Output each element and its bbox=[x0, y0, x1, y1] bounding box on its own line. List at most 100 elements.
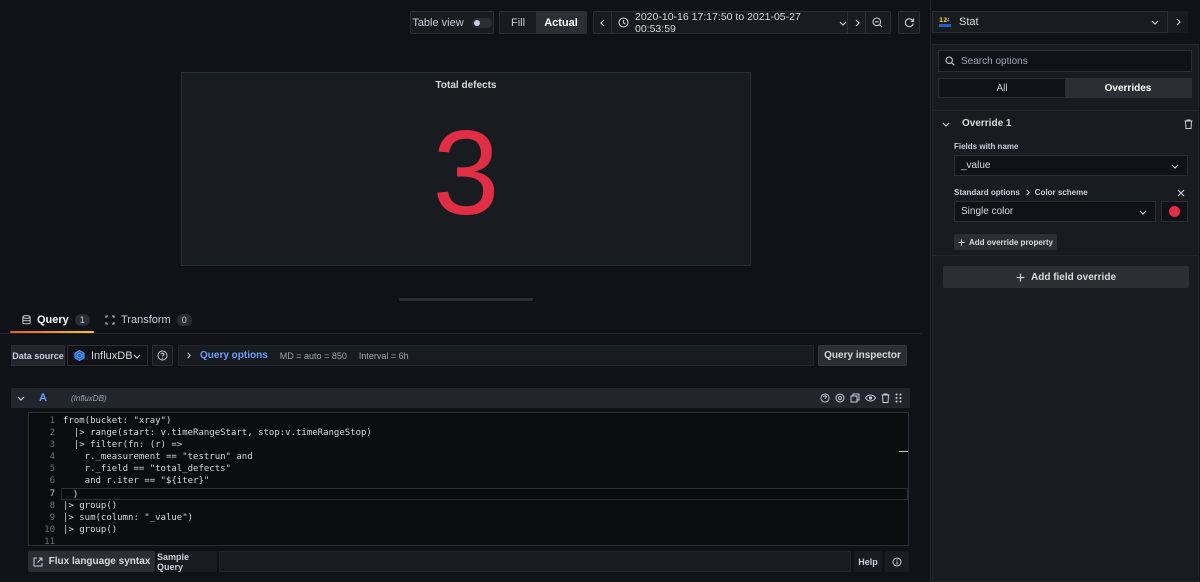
add-field-override-button[interactable]: Add field override bbox=[943, 266, 1189, 288]
code-line[interactable]: |> group() bbox=[63, 500, 908, 512]
code-line-current[interactable]: ) bbox=[61, 487, 908, 500]
table-view-label: Table view bbox=[412, 16, 464, 29]
code-line[interactable]: r._measurement == "testrun" and bbox=[63, 451, 908, 463]
code-line[interactable]: |> sum(column: "_value") bbox=[63, 512, 908, 524]
override-header[interactable]: Override 1 bbox=[932, 110, 1199, 136]
interval-info: Interval = 6h bbox=[358, 350, 409, 361]
eye-icon[interactable] bbox=[865, 393, 876, 403]
trash-icon[interactable] bbox=[1184, 119, 1193, 129]
chevron-down-icon[interactable] bbox=[17, 394, 25, 402]
chevron-down-icon bbox=[1151, 18, 1159, 26]
color-swatch bbox=[1169, 206, 1180, 217]
info-button[interactable] bbox=[885, 551, 909, 572]
data-source-help-button[interactable] bbox=[152, 345, 173, 366]
code-line[interactable] bbox=[63, 536, 908, 548]
query-ref-id[interactable]: A bbox=[39, 392, 61, 404]
tab-transform[interactable]: Transform 0 bbox=[105, 308, 192, 332]
line-number: 4 bbox=[49, 452, 55, 463]
toggle-switch[interactable] bbox=[471, 17, 492, 28]
sample-query-button[interactable]: Sample Query bbox=[157, 551, 217, 572]
code-line[interactable]: |> filter(fn: (r) => bbox=[63, 439, 908, 451]
svg-text:.4: .4 bbox=[945, 18, 950, 24]
query-inspector-button[interactable]: Query inspector bbox=[818, 345, 907, 366]
time-range-picker: 2020-10-16 17:17:50 to 2021-05-27 00:53:… bbox=[593, 10, 891, 35]
panel-title: Total defects bbox=[435, 80, 497, 91]
line-number: 2 bbox=[49, 428, 55, 439]
time-back-button[interactable] bbox=[594, 12, 612, 33]
search-icon bbox=[945, 56, 955, 66]
info-circle-icon bbox=[892, 557, 902, 567]
close-icon[interactable] bbox=[1177, 189, 1185, 197]
fill-button[interactable]: Fill bbox=[500, 12, 536, 33]
code-line[interactable]: and r.iter == "${iter}" bbox=[63, 475, 908, 487]
code-line[interactable]: r._field == "total_defects" bbox=[63, 463, 908, 475]
color-scheme-value: Single color bbox=[961, 206, 1014, 217]
influxdb-logo-icon bbox=[74, 350, 85, 361]
help-icon[interactable] bbox=[820, 393, 830, 403]
options-view-switch: All Overrides bbox=[938, 78, 1192, 98]
plus-icon bbox=[958, 238, 965, 246]
code-lines[interactable]: from(bucket: "xray") |> range(start: v.t… bbox=[61, 415, 908, 548]
segment-all[interactable]: All bbox=[939, 79, 1065, 97]
duplicate-icon[interactable] bbox=[850, 393, 860, 403]
chevron-down-icon bbox=[839, 19, 847, 27]
actual-button[interactable]: Actual bbox=[536, 12, 586, 33]
flux-code-editor[interactable]: 1 2 3 4 5 6 7 8 9 10 11 from(bucket: "xr… bbox=[28, 412, 909, 548]
line-number: 6 bbox=[49, 476, 55, 487]
zoom-out-button[interactable] bbox=[866, 12, 888, 33]
color-picker-button[interactable] bbox=[1161, 201, 1188, 222]
help-button[interactable]: Help bbox=[854, 551, 882, 572]
time-range-text: 2020-10-16 17:17:50 to 2021-05-27 00:53:… bbox=[635, 10, 801, 35]
line-number: 10 bbox=[44, 524, 55, 535]
chevron-right-icon bbox=[1174, 18, 1182, 26]
fields-with-name-select[interactable]: _value bbox=[954, 155, 1188, 176]
chevron-right-icon bbox=[853, 19, 861, 27]
chevron-right-icon bbox=[185, 352, 192, 359]
zoom-out-icon bbox=[871, 17, 883, 28]
flux-syntax-button[interactable]: Flux language syntax bbox=[28, 551, 155, 572]
sample-query-select[interactable] bbox=[219, 551, 851, 572]
query-row-header: A (InfluxDB) bbox=[11, 388, 910, 408]
chevron-down-icon bbox=[1171, 162, 1179, 170]
collapse-options-button[interactable] bbox=[1168, 11, 1188, 33]
add-field-override-label: Add field override bbox=[1030, 271, 1116, 283]
transform-icon bbox=[105, 315, 115, 325]
chevron-down-icon bbox=[133, 352, 141, 360]
pane-resize-handle[interactable] bbox=[399, 298, 533, 301]
search-options-input[interactable] bbox=[961, 55, 1181, 67]
tab-query-label: Query bbox=[37, 314, 69, 326]
code-line[interactable]: from(bucket: "xray") bbox=[63, 415, 908, 427]
table-view-toggle[interactable]: Table view bbox=[410, 11, 494, 34]
tab-query[interactable]: Query 1 bbox=[22, 308, 90, 332]
flux-syntax-label: Flux language syntax bbox=[48, 556, 151, 567]
line-number: 3 bbox=[49, 440, 55, 451]
code-line[interactable]: |> range(start: v.timeRangeStart, stop:v… bbox=[63, 427, 908, 439]
copy-icon[interactable] bbox=[835, 393, 845, 403]
chevron-down-icon bbox=[942, 120, 950, 128]
property-path: Standard options Color scheme bbox=[954, 188, 1188, 197]
data-source-picker[interactable]: InfluxDB bbox=[67, 345, 148, 366]
line-number: 5 bbox=[49, 464, 55, 475]
search-options-field[interactable] bbox=[938, 50, 1192, 72]
refresh-button[interactable] bbox=[898, 11, 920, 34]
time-forward-button[interactable] bbox=[848, 12, 866, 33]
segment-overrides[interactable]: Overrides bbox=[1065, 79, 1191, 97]
color-scheme-select[interactable]: Single color bbox=[954, 201, 1156, 222]
visualization-picker[interactable]: 12.4 Stat bbox=[932, 11, 1168, 33]
drag-handle-icon[interactable] bbox=[895, 393, 902, 403]
chevron-left-icon bbox=[599, 19, 607, 27]
fields-with-name-label: Fields with name bbox=[954, 142, 1019, 151]
add-override-property-button[interactable]: Add override property bbox=[954, 234, 1057, 250]
plus-icon bbox=[1016, 273, 1025, 282]
fill-actual-group: Fill Actual bbox=[499, 11, 587, 34]
property-name: Color scheme bbox=[1034, 188, 1088, 197]
trash-icon[interactable] bbox=[881, 393, 890, 403]
query-datasource-name: (InfluxDB) bbox=[71, 393, 107, 403]
line-number: 1 bbox=[49, 416, 55, 426]
tab-transform-label: Transform bbox=[121, 314, 171, 326]
line-number: 9 bbox=[49, 512, 55, 523]
stat-panel-preview[interactable]: Total defects 3 bbox=[181, 72, 751, 266]
code-line[interactable]: |> group() bbox=[63, 524, 908, 536]
query-options-bar[interactable]: Query options MD = auto = 850 Interval =… bbox=[178, 345, 814, 366]
time-range-button[interactable]: 2020-10-16 17:17:50 to 2021-05-27 00:53:… bbox=[612, 10, 848, 35]
